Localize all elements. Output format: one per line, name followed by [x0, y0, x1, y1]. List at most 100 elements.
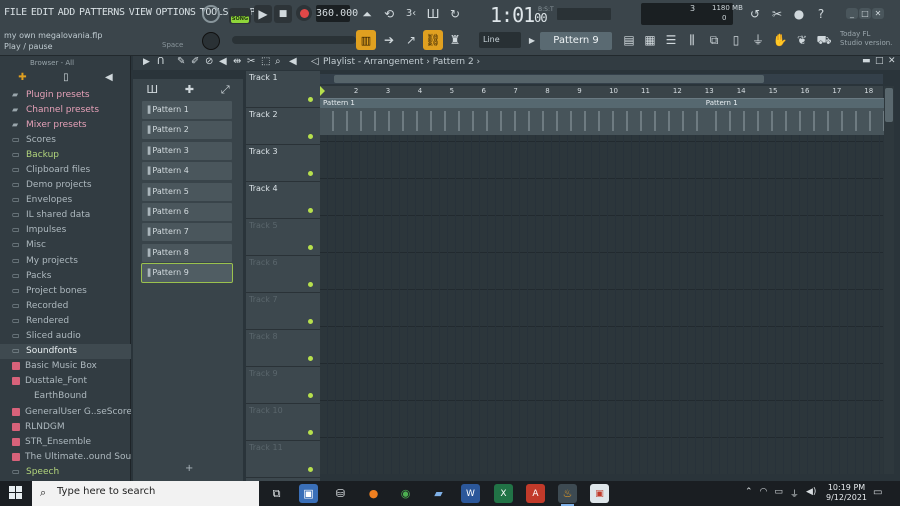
- track-header[interactable]: Track 6: [246, 256, 320, 293]
- pencil-icon[interactable]: ✎: [177, 57, 185, 67]
- cut-button[interactable]: ✂: [768, 5, 786, 23]
- minimize-button[interactable]: _: [846, 8, 858, 19]
- chevron-up-icon[interactable]: ⌃: [745, 487, 753, 500]
- taskbar-app-excel[interactable]: X: [494, 484, 513, 503]
- playlist-maximize-icon[interactable]: □: [875, 57, 884, 66]
- track-header[interactable]: Track 8: [246, 330, 320, 367]
- track-header[interactable]: Track 4: [246, 182, 320, 219]
- pattern-clip[interactable]: Pattern 1: [320, 98, 703, 135]
- browser-item[interactable]: STR_Ensemble: [0, 434, 131, 449]
- network-icon[interactable]: ◠: [760, 487, 768, 500]
- mixer-button[interactable]: ⫼: [683, 30, 701, 50]
- link-button[interactable]: ⛓: [423, 30, 443, 50]
- play-button[interactable]: ▶: [254, 5, 272, 23]
- pattern-item[interactable]: Pattern 3: [142, 141, 232, 160]
- browser-item[interactable]: ▭ Impulses: [0, 223, 131, 238]
- select-icon[interactable]: ⬚: [261, 57, 270, 67]
- master-volume-knob[interactable]: [202, 5, 220, 23]
- blend-notes-button[interactable]: Ш: [424, 5, 442, 23]
- playhead-marker-icon[interactable]: [320, 86, 325, 96]
- volume-icon[interactable]: ◀): [806, 487, 816, 500]
- news-panel[interactable]: Today FL Studio version.: [840, 30, 892, 48]
- browser-item[interactable]: Dusttale_Font: [0, 374, 131, 389]
- picker-view-icon[interactable]: Ш: [146, 84, 158, 95]
- shop-button[interactable]: ⛟: [815, 30, 833, 50]
- master-pitch-knob[interactable]: [202, 32, 220, 50]
- maximize-button[interactable]: □: [859, 8, 871, 19]
- wait-for-input-button[interactable]: ⟲: [380, 5, 398, 23]
- playlist-grid[interactable]: Pattern 1 Pattern 1: [320, 98, 895, 474]
- track-header[interactable]: Track 7: [246, 293, 320, 330]
- menu-patterns[interactable]: Patterns: [79, 4, 125, 22]
- tempo-tapper-button[interactable]: ❦: [793, 30, 811, 50]
- pattern-item[interactable]: Pattern 7: [142, 223, 232, 242]
- track-mute-led[interactable]: [308, 97, 313, 102]
- playlist-button[interactable]: ▤: [620, 30, 638, 50]
- pattern-item[interactable]: Pattern 6: [142, 202, 232, 221]
- pattern-item[interactable]: Pattern 5: [142, 182, 232, 201]
- browser-item[interactable]: ▭ Backup: [0, 147, 131, 162]
- browser-item[interactable]: ▭ My projects: [0, 253, 131, 268]
- browser-button[interactable]: ⧉: [705, 30, 723, 50]
- track-mute-led[interactable]: [308, 134, 313, 139]
- browser-item[interactable]: GeneralUser G..seScore v1.442: [0, 404, 131, 419]
- picker-add-icon[interactable]: ✚: [185, 84, 194, 95]
- metronome-button[interactable]: ⏶: [358, 5, 376, 23]
- browser-item[interactable]: The Ultimate..ound Soundfont: [0, 449, 131, 464]
- timeline-ruler[interactable]: 2 3 4 5 6 7 8 9 10 11 12 13 14 15 16 17 18: [320, 86, 883, 98]
- pattern-item[interactable]: Pattern 2: [142, 121, 232, 140]
- countdown-button[interactable]: 3‹: [402, 5, 420, 23]
- track-header[interactable]: Track 1: [246, 71, 320, 108]
- pattern-item[interactable]: Pattern 1: [142, 101, 232, 119]
- browser-item[interactable]: ▭ Sliced audio: [0, 329, 131, 344]
- taskbar-app-recorder[interactable]: ▣: [590, 484, 609, 503]
- track-mute-led[interactable]: [308, 393, 313, 398]
- track-header[interactable]: Track 11: [246, 441, 320, 478]
- notification-button[interactable]: ▭: [873, 487, 882, 498]
- task-view-button[interactable]: ⧉: [267, 484, 286, 503]
- browser-item[interactable]: ▭ Packs: [0, 268, 131, 283]
- track-mute-led[interactable]: [308, 356, 313, 361]
- typing-keyboard-button[interactable]: ▥: [356, 30, 376, 50]
- track-mute-led[interactable]: [308, 430, 313, 435]
- magnet-icon[interactable]: Ո: [157, 57, 164, 67]
- mute-icon[interactable]: ◀: [219, 57, 227, 67]
- taskbar-app-pdf[interactable]: A: [526, 484, 545, 503]
- browser-item[interactable]: ▰ Mixer presets: [0, 117, 131, 132]
- track-header[interactable]: Track 5: [246, 219, 320, 256]
- playlist-menu-icon[interactable]: ▶: [143, 58, 150, 67]
- taskbar-app-explorer[interactable]: ▰: [429, 484, 448, 503]
- menu-edit[interactable]: Edit: [31, 4, 54, 22]
- master-volume-slider[interactable]: [232, 36, 356, 44]
- slip-icon[interactable]: ⇹: [233, 57, 241, 67]
- pattern-item[interactable]: Pattern 8: [142, 243, 232, 262]
- display-icon[interactable]: ▭: [774, 487, 783, 500]
- browser-item[interactable]: EarthBound: [0, 389, 131, 404]
- track-mute-led[interactable]: [308, 282, 313, 287]
- taskbar-search[interactable]: ⌕ Type here to search: [32, 481, 259, 506]
- speaker-icon[interactable]: ◀: [105, 72, 113, 83]
- delete-icon[interactable]: ⊘: [205, 57, 213, 67]
- browser-header[interactable]: Browser - All: [0, 56, 131, 70]
- taskbar-app-fl-studio[interactable]: ♨: [558, 484, 577, 506]
- pattern-item[interactable]: Pattern 4: [142, 162, 232, 181]
- browser-item[interactable]: RLNDGM: [0, 419, 131, 434]
- track-mute-led[interactable]: [308, 467, 313, 472]
- taskbar-clock[interactable]: 10:19 PM 9/12/2021: [826, 483, 867, 503]
- track-mute-led[interactable]: [308, 208, 313, 213]
- playlist-minimize-icon[interactable]: ▬: [862, 57, 871, 66]
- vertical-scroll-thumb[interactable]: [885, 88, 893, 122]
- usb-icon[interactable]: ⏚: [790, 487, 799, 500]
- start-button[interactable]: [9, 486, 23, 500]
- browser-item[interactable]: ▭ Scores: [0, 132, 131, 147]
- browser-item[interactable]: ▭ IL shared data: [0, 208, 131, 223]
- playlist-horizontal-scroll[interactable]: [320, 74, 883, 84]
- undo-button[interactable]: ↺: [746, 5, 764, 23]
- taskbar-app-chrome[interactable]: ◉: [396, 484, 415, 503]
- pattern-clip[interactable]: Pattern 1: [702, 98, 895, 135]
- browser-item[interactable]: ▭ Recorded: [0, 298, 131, 313]
- browser-item[interactable]: ▭ Speech: [0, 464, 131, 479]
- browser-item[interactable]: ▭ Envelopes: [0, 193, 131, 208]
- track-header[interactable]: Track 3: [246, 145, 320, 182]
- track-mute-led[interactable]: [308, 245, 313, 250]
